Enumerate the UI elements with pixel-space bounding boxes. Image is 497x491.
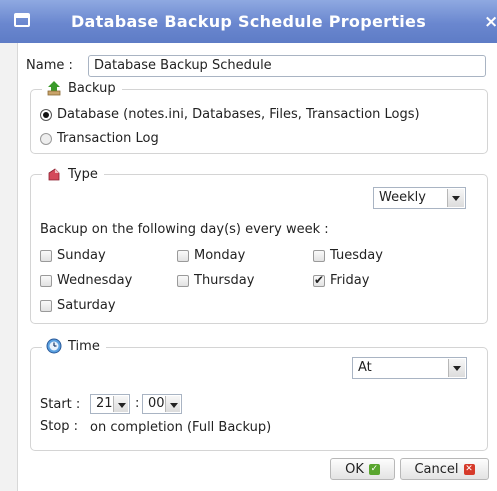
day-sunday[interactable]: Sunday — [40, 248, 106, 263]
ok-button[interactable]: OK ✓ — [330, 458, 395, 480]
backup-legend-label: Backup — [68, 80, 116, 96]
saturday-label: Saturday — [57, 298, 116, 313]
frequency-value: Weekly — [379, 190, 426, 205]
database-radio-label: Database (notes.ini, Databases, Files, T… — [57, 107, 420, 122]
friday-label: Friday — [330, 273, 370, 288]
thursday-label: Thursday — [194, 273, 255, 288]
friday-checkbox[interactable] — [313, 273, 325, 287]
type-icon — [48, 168, 60, 181]
start-hour-value: 21 — [96, 396, 113, 411]
saturday-checkbox[interactable] — [40, 299, 52, 312]
start-minute-value: 00 — [148, 396, 165, 411]
backup-icon — [47, 81, 61, 96]
tuesday-checkbox[interactable] — [313, 249, 325, 262]
chevron-down-icon[interactable] — [448, 359, 465, 377]
chevron-down-icon[interactable] — [447, 189, 464, 207]
day-monday[interactable]: Monday — [177, 248, 245, 263]
ok-check-icon: ✓ — [368, 463, 380, 475]
time-mode-value: At — [358, 360, 372, 375]
day-thursday[interactable]: Thursday — [177, 273, 254, 288]
time-legend-label: Time — [68, 338, 100, 354]
type-legend-label: Type — [68, 166, 98, 182]
stop-value: on completion (Full Backup) — [90, 420, 272, 435]
time-legend: Time — [42, 338, 106, 354]
backup-option-database[interactable]: Database (notes.ini, Databases, Files, T… — [40, 107, 420, 122]
monday-label: Monday — [194, 248, 246, 263]
wednesday-checkbox[interactable] — [40, 274, 52, 287]
cancel-button-label: Cancel — [414, 461, 459, 477]
time-separator: : — [135, 396, 140, 411]
name-label: Name : — [26, 58, 73, 73]
cancel-button[interactable]: Cancel ✕ — [400, 458, 489, 480]
day-friday[interactable]: Friday — [313, 273, 369, 288]
time-mode-select[interactable]: At — [352, 357, 467, 379]
monday-checkbox[interactable] — [177, 249, 189, 262]
start-minute-select[interactable]: 00 — [142, 394, 182, 414]
database-radio[interactable] — [40, 108, 52, 121]
stop-label: Stop : — [40, 419, 79, 434]
tuesday-label: Tuesday — [330, 248, 383, 263]
name-field[interactable]: Database Backup Schedule — [88, 55, 486, 77]
days-prompt: Backup on the following day(s) every wee… — [40, 222, 329, 237]
window-title: Database Backup Schedule Properties — [70, 12, 427, 31]
day-wednesday[interactable]: Wednesday — [40, 273, 132, 288]
sunday-checkbox[interactable] — [40, 249, 52, 262]
chevron-down-icon[interactable] — [113, 396, 128, 412]
close-icon[interactable]: × — [484, 12, 497, 32]
start-hour-select[interactable]: 21 — [90, 394, 130, 414]
transaction-log-radio-label: Transaction Log — [57, 131, 159, 146]
dialog-content: Name : Database Backup Schedule Backup D… — [18, 43, 497, 491]
cancel-x-icon: ✕ — [463, 463, 475, 475]
chevron-down-icon[interactable] — [165, 396, 180, 412]
type-legend: Type — [42, 166, 104, 182]
title-bar[interactable]: Database Backup Schedule Properties × — [0, 0, 497, 43]
day-tuesday[interactable]: Tuesday — [313, 248, 383, 263]
properties-dialog: Database Backup Schedule Properties × Na… — [0, 0, 497, 491]
frequency-select[interactable]: Weekly — [373, 187, 466, 209]
wednesday-label: Wednesday — [57, 273, 133, 288]
sunday-label: Sunday — [57, 248, 106, 263]
thursday-checkbox[interactable] — [177, 274, 189, 287]
backup-option-transaction-log[interactable]: Transaction Log — [40, 131, 159, 146]
transaction-log-radio[interactable] — [40, 132, 52, 145]
ok-button-label: OK — [345, 461, 364, 477]
backup-legend: Backup — [42, 80, 122, 96]
day-saturday[interactable]: Saturday — [40, 298, 116, 313]
clock-icon — [46, 338, 62, 354]
start-label: Start : — [40, 397, 81, 412]
